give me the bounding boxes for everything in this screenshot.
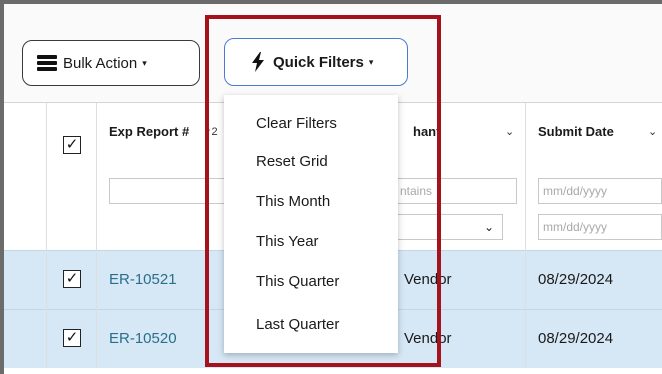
date-from-input[interactable]: mm/dd/yyyy — [538, 178, 662, 204]
column-header-submit-date[interactable]: Submit Date — [538, 124, 614, 139]
lightning-bolt-icon — [252, 52, 264, 72]
sort-indicator-icon[interactable]: ↑2 — [206, 126, 218, 138]
merchant-filter-select[interactable]: ⌄ — [395, 214, 503, 240]
chevron-down-icon: ▾ — [368, 56, 374, 67]
menu-item-this-year[interactable]: This Year — [256, 233, 319, 250]
column-divider — [96, 250, 97, 368]
exp-report-link[interactable]: ER-10520 — [109, 330, 177, 347]
submit-date-cell: 08/29/2024 — [538, 330, 614, 347]
quick-filters-button[interactable]: Quick Filters ▾ — [224, 38, 408, 86]
column-divider — [46, 250, 47, 368]
exp-report-filter-input[interactable] — [109, 178, 229, 204]
column-header-exp-report[interactable]: Exp Report # — [109, 124, 189, 139]
stack-icon — [37, 55, 57, 71]
merchant-filter-input[interactable]: ntains — [395, 178, 517, 204]
submit-date-cell: 08/29/2024 — [538, 271, 614, 288]
chevron-down-icon[interactable]: ⌄ — [648, 125, 657, 138]
quick-filters-label: Quick Filters — [273, 53, 364, 71]
menu-item-this-month[interactable]: This Month — [256, 193, 330, 210]
row-checkbox[interactable]: ✓ — [63, 329, 81, 347]
exp-report-link[interactable]: ER-10521 — [109, 271, 177, 288]
chevron-down-icon: ▾ — [142, 57, 147, 68]
column-header-merchant[interactable]: hant — [413, 124, 440, 139]
chevron-down-icon[interactable]: ⌄ — [505, 125, 514, 138]
bulk-action-button[interactable]: Bulk Action ▾ — [22, 40, 200, 86]
column-divider — [525, 250, 526, 368]
merchant-cell: Vendor — [404, 271, 452, 288]
merchant-cell: Vendor — [404, 330, 452, 347]
menu-item-this-quarter[interactable]: This Quarter — [256, 273, 339, 290]
quick-filters-menu: Clear Filters Reset Grid This Month This… — [224, 95, 398, 353]
menu-item-last-quarter[interactable]: Last Quarter — [256, 316, 339, 333]
bulk-action-label: Bulk Action — [63, 54, 138, 72]
menu-item-reset-grid[interactable]: Reset Grid — [256, 153, 328, 170]
menu-item-clear-filters[interactable]: Clear Filters — [256, 115, 337, 132]
row-checkbox[interactable]: ✓ — [63, 270, 81, 288]
date-to-input[interactable]: mm/dd/yyyy — [538, 214, 662, 240]
select-all-checkbox[interactable]: ✓ — [63, 136, 81, 154]
